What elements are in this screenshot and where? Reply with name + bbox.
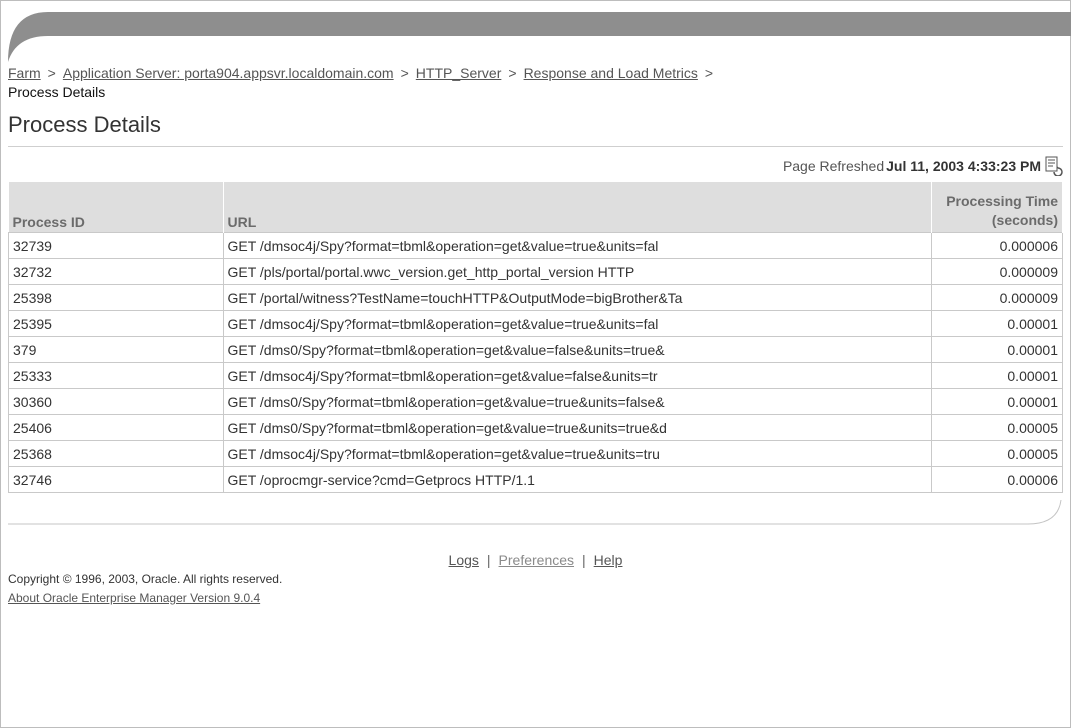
header-curve — [8, 12, 68, 62]
refresh-page-icon[interactable] — [1043, 156, 1063, 177]
process-id-cell: 25333 — [8, 362, 224, 389]
title-divider — [8, 146, 1063, 147]
table-row: 379 GET /dms0/Spy?format=tbml&operation=g… — [8, 336, 1063, 363]
table-row: 32739 GET /dmsoc4j/Spy?format=tbml&operat… — [8, 232, 1063, 259]
table-row: 25398 GET /portal/witness?TestName=touchH… — [8, 284, 1063, 311]
column-header-processing-time[interactable]: Processing Time (seconds) — [931, 182, 1063, 233]
footer-separator: | — [486, 552, 491, 568]
url-cell: GET /oprocmgr-service?cmd=Getprocs HTTP/… — [222, 466, 932, 493]
page-title: Process Details — [8, 112, 161, 137]
copyright-text: Copyright © 1996, 2003, Oracle. All righ… — [8, 572, 283, 586]
process-id-cell: 25406 — [8, 414, 224, 441]
table-row: 25368 GET /dmsoc4j/Spy?format=tbml&operat… — [8, 440, 1063, 467]
processing-time-cell: 0.00006 — [931, 466, 1063, 493]
footer-link-help[interactable]: Help — [594, 552, 623, 568]
process-id-cell: 379 — [8, 336, 224, 363]
breadcrumb-link-response-load-metrics[interactable]: Response and Load Metrics — [524, 65, 698, 81]
breadcrumb-link-application-server[interactable]: Application Server: porta904.appsvr.loca… — [63, 65, 394, 81]
processing-time-cell: 0.00001 — [931, 388, 1063, 415]
breadcrumb-separator: > — [704, 65, 714, 81]
refresh-timestamp: Jul 11, 2003 4:33:23 PM — [886, 158, 1041, 174]
refresh-label: Page Refreshed — [782, 158, 885, 174]
footer-separator: | — [582, 552, 586, 568]
processing-time-cell: 0.000009 — [931, 258, 1063, 285]
url-cell: GET /dms0/Spy?format=tbml&operation=get&… — [222, 388, 932, 415]
process-id-cell: 32739 — [8, 232, 224, 259]
process-id-cell: 25395 — [8, 310, 224, 337]
footer-link-preferences[interactable]: Preferences — [499, 552, 574, 568]
url-cell: GET /portal/witness?TestName=touchHTTP&O… — [222, 284, 932, 311]
footer-link-logs[interactable]: Logs — [449, 552, 479, 568]
url-cell: GET /dmsoc4j/Spy?format=tbml&operation=g… — [222, 440, 932, 467]
processing-time-cell: 0.00001 — [931, 336, 1063, 363]
processing-time-cell: 0.000006 — [931, 232, 1063, 259]
breadcrumb-link-http-server[interactable]: HTTP_Server — [416, 65, 502, 81]
table-row: 30360 GET /dms0/Spy?format=tbml&operation… — [8, 388, 1063, 415]
process-id-cell: 25398 — [8, 284, 224, 311]
url-cell: GET /pls/portal/portal.wwc_version.get_h… — [222, 258, 932, 285]
about-link-container: About Oracle Enterprise Manager Version … — [8, 591, 260, 605]
page-refreshed-status: Page Refreshed Jul 11, 2003 4:33:23 PM — [782, 156, 1063, 177]
url-cell: GET /dmsoc4j/Spy?format=tbml&operation=g… — [222, 362, 932, 389]
url-cell: GET /dms0/Spy?format=tbml&operation=get&… — [222, 414, 932, 441]
url-cell: GET /dmsoc4j/Spy?format=tbml&operation=g… — [222, 232, 932, 259]
column-header-process-id[interactable]: Process ID — [8, 182, 224, 233]
footer-links: Logs | Preferences | Help — [0, 552, 1071, 568]
breadcrumb: Farm > Application Server: porta904.appsvr… — [8, 64, 720, 102]
breadcrumb-separator: > — [400, 65, 409, 81]
processing-time-cell: 0.000009 — [931, 284, 1063, 311]
processing-time-cell: 0.00005 — [931, 414, 1063, 441]
about-oem-link[interactable]: About Oracle Enterprise Manager Version … — [8, 591, 260, 605]
process-id-cell: 32732 — [8, 258, 224, 285]
breadcrumb-separator: > — [47, 65, 56, 81]
processing-time-cell: 0.00001 — [931, 362, 1063, 389]
process-id-cell: 25368 — [8, 440, 224, 467]
breadcrumb-current: Process Details — [8, 84, 106, 100]
breadcrumb-link-farm[interactable]: Farm — [8, 65, 41, 81]
breadcrumb-separator: > — [508, 65, 517, 81]
column-header-processing-time-line2: (seconds) — [991, 212, 1058, 228]
url-cell: GET /dmsoc4j/Spy?format=tbml&operation=g… — [222, 310, 932, 337]
table-row: 25333 GET /dmsoc4j/Spy?format=tbml&operat… — [8, 362, 1063, 389]
table-row: 25395 GET /dmsoc4j/Spy?format=tbml&operat… — [8, 310, 1063, 337]
table-row: 25406 GET /dms0/Spy?format=tbml&operation… — [8, 414, 1063, 441]
processing-time-cell: 0.00005 — [931, 440, 1063, 467]
column-header-url[interactable]: URL — [223, 182, 932, 233]
url-cell: GET /dms0/Spy?format=tbml&operation=get&… — [222, 336, 932, 363]
column-header-processing-time-line1: Processing Time — [946, 193, 1058, 209]
process-id-cell: 30360 — [8, 388, 224, 415]
header-band — [36, 12, 1071, 36]
table-row: 32746 GET /oprocmgr-service?cmd=Getprocs … — [8, 466, 1063, 493]
table-row: 32732 GET /pls/portal/portal.wwc_version.… — [8, 258, 1063, 285]
process-details-table: Process ID URL Processing Time (seconds)… — [8, 182, 1063, 493]
process-id-cell: 32746 — [8, 466, 224, 493]
content-bottom-border — [8, 500, 1062, 525]
processing-time-cell: 0.00001 — [931, 310, 1063, 337]
